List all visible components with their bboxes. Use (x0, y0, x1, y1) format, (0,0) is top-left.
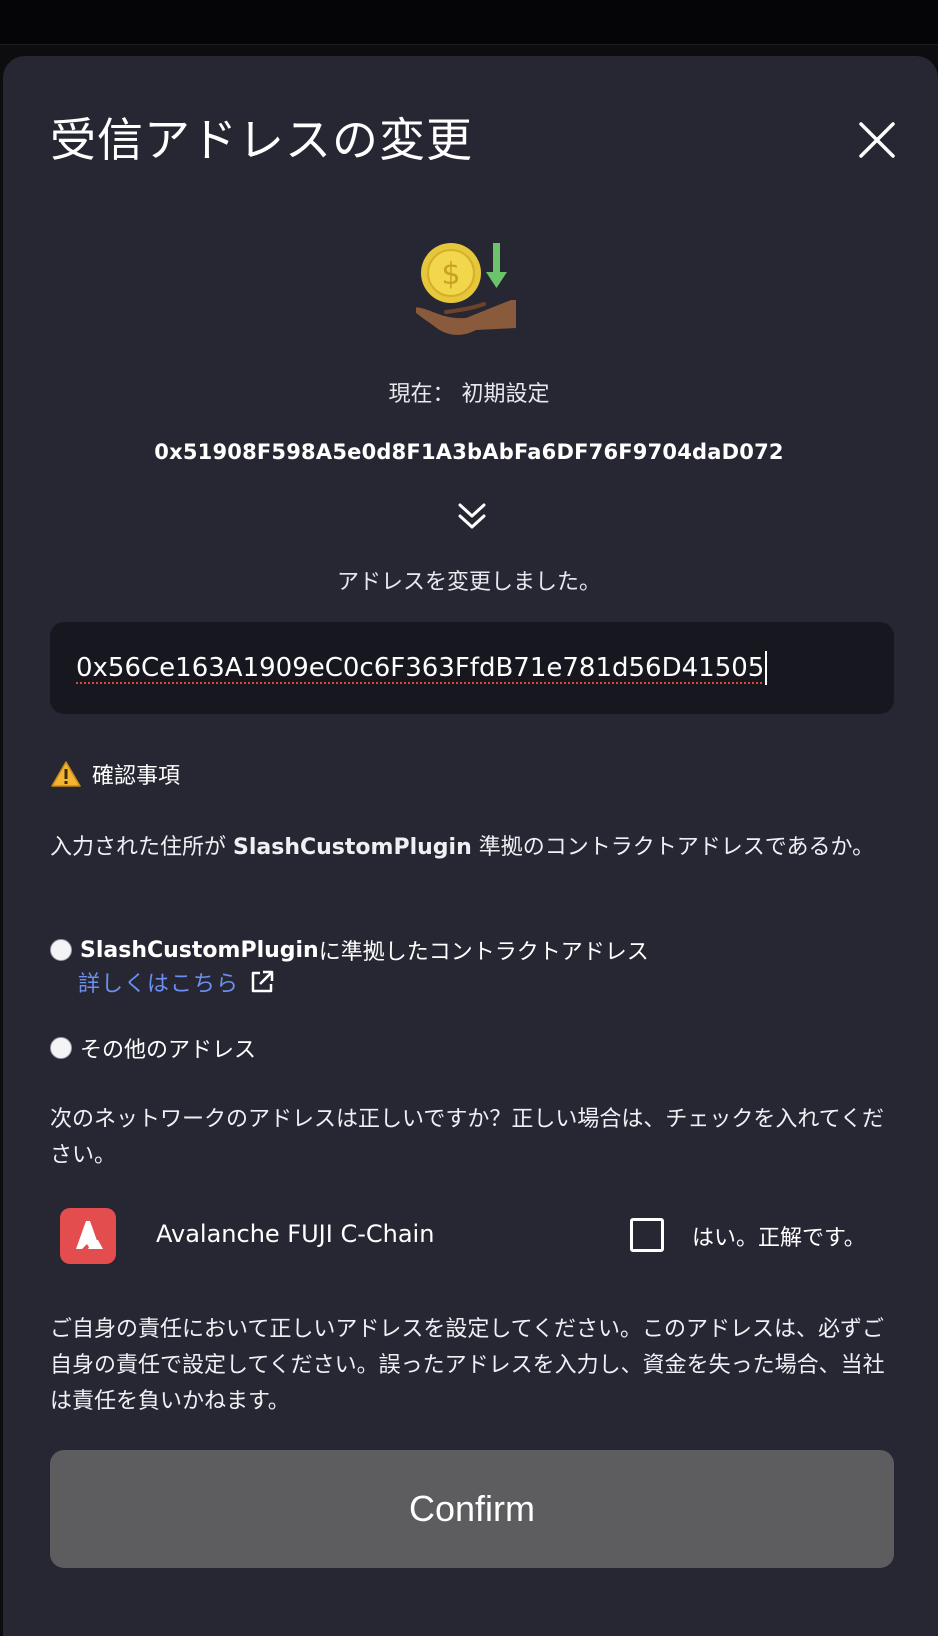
address-changed-message: アドレスを変更しました。 (336, 570, 601, 595)
new-address-value: 0x56Ce163A1909eC0c6F363FfdB71e781d56D415… (76, 653, 765, 683)
network-row: Avalanche FUJI C-Chain はい。正解です。 (60, 1208, 890, 1268)
receive-money-icon: $ (411, 238, 526, 348)
network-question: 次のネットワークのアドレスは正しいですか？正しい場合は、チェックを入れてください… (50, 1107, 885, 1168)
contract-question-brand: SlashCustomPlugin (233, 835, 472, 860)
disclaimer-text: ご自身の責任において正しいアドレスを設定してください。このアドレスは、必ずご自身… (50, 1317, 885, 1414)
confirm-button[interactable]: Confirm (50, 1450, 894, 1568)
contract-question: 入力された住所が SlashCustomPlugin 準拠のコントラクトアドレス… (50, 830, 890, 866)
network-confirm-checkbox[interactable] (630, 1218, 664, 1252)
network-confirm-label: はい。正解です。 (692, 1226, 866, 1251)
svg-text:$: $ (441, 257, 460, 292)
contract-question-suffix: 準拠のコントラクトアドレスであるか。 (478, 835, 875, 860)
confirmation-heading-text: 確認事項 (92, 764, 181, 789)
contract-question-prefix: 入力された住所が (50, 835, 227, 860)
confirmation-heading: 確認事項 (50, 758, 180, 790)
current-address-label: 現在： 初期設定 (388, 382, 550, 407)
radio-button[interactable] (50, 1037, 72, 1059)
avalanche-logo-icon (60, 1208, 116, 1264)
double-chevron-down-icon (456, 502, 488, 532)
external-link-icon (251, 970, 274, 993)
close-button[interactable] (855, 118, 899, 162)
warning-icon (51, 761, 81, 787)
radio-option-other-label: その他のアドレス (80, 1038, 257, 1063)
radio-option-plugin-brand: SlashCustomPlugin (80, 937, 319, 963)
text-caret (765, 651, 768, 685)
close-icon (859, 122, 895, 158)
new-address-input[interactable]: 0x56Ce163A1909eC0c6F363FfdB71e781d56D415… (50, 622, 894, 714)
radio-option-other[interactable]: その他のアドレス (50, 1032, 256, 1064)
radio-button[interactable] (50, 939, 72, 961)
top-bar (0, 0, 938, 45)
learn-more-link[interactable]: 詳しくはこちら (78, 966, 275, 998)
network-name: Avalanche FUJI C-Chain (156, 1220, 435, 1248)
radio-option-plugin-suffix: に準拠したコントラクトアドレス (318, 940, 649, 965)
current-address-value: 0x51908F598A5e0d8F1A3bAbFa6DF76F9704daD0… (154, 440, 784, 464)
radio-option-plugin[interactable]: SlashCustomPlugin に準拠したコントラクトアドレス (50, 934, 649, 966)
learn-more-text: 詳しくはこちら (78, 972, 240, 997)
modal-title: 受信アドレスの変更 (50, 113, 473, 167)
